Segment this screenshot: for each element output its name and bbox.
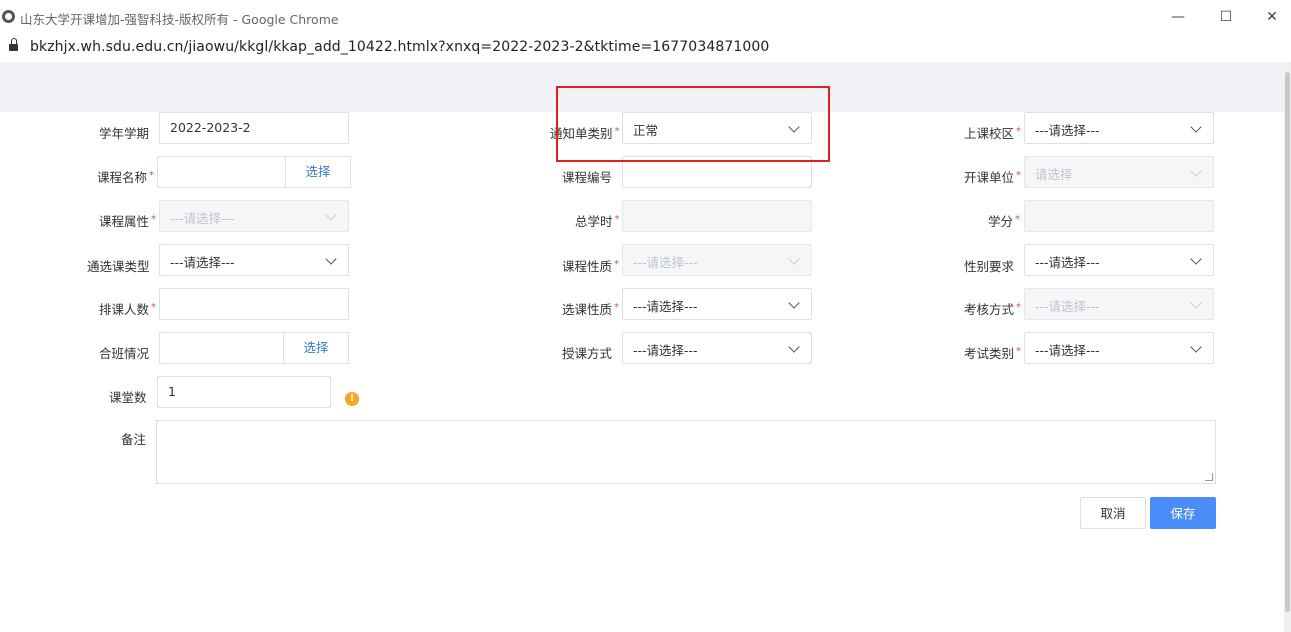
label-total-hours: 总学时 *: [575, 214, 620, 229]
course-name-input[interactable]: [157, 156, 287, 188]
minimize-button[interactable]: —: [1155, 0, 1201, 34]
address-bar[interactable]: bkzhjx.wh.sdu.edu.cn/jiaowu/kkgl/kkap_ad…: [0, 34, 1291, 62]
exam-type-select[interactable]: ---请选择---: [1024, 332, 1214, 364]
chevron-down-icon: [1190, 121, 1202, 133]
chevron-down-icon: [1190, 253, 1202, 265]
credit-input[interactable]: [1024, 200, 1214, 232]
page-scrollbar[interactable]: [1284, 62, 1291, 632]
label-campus: 上课校区 *: [964, 126, 1022, 141]
chevron-down-icon: [788, 297, 800, 309]
close-window-button[interactable]: ✕: [1249, 0, 1291, 34]
campus-select[interactable]: ---请选择---: [1024, 112, 1214, 144]
label-exam-type: 考试类别 *: [964, 346, 1022, 361]
label-course-name: 课程名称 *: [97, 170, 155, 185]
chevron-down-icon: [788, 341, 800, 353]
site-favicon-icon: [2, 10, 15, 23]
class-count-input[interactable]: 1: [157, 376, 331, 408]
cancel-button[interactable]: 取消: [1080, 497, 1146, 529]
teaching-mode-select[interactable]: ---请选择---: [622, 332, 812, 364]
warning-icon[interactable]: !: [345, 392, 359, 406]
label-credit: 学分 *: [988, 214, 1021, 229]
chevron-down-icon: [788, 253, 800, 265]
gender-req-select[interactable]: ---请选择---: [1024, 244, 1214, 276]
course-name-select-button[interactable]: 选择: [285, 156, 351, 188]
merged-class-input[interactable]: [159, 332, 285, 364]
assessment-select[interactable]: ---请选择---: [1024, 288, 1214, 320]
label-remarks: 备注: [121, 432, 147, 447]
chevron-down-icon: [1190, 341, 1202, 353]
browser-titlebar: 山东大学开课增加-强智科技-版权所有 - Google Chrome — ☐ ✕: [0, 0, 1291, 34]
semester-input[interactable]: 2022-2023-2: [159, 112, 349, 144]
url-text[interactable]: bkzhjx.wh.sdu.edu.cn/jiaowu/kkgl/kkap_ad…: [30, 39, 769, 55]
label-course-code: 课程编号: [562, 170, 613, 185]
course-nature-select[interactable]: ---请选择---: [622, 244, 812, 276]
chevron-down-icon: [325, 253, 337, 265]
resize-grip-icon[interactable]: [1205, 473, 1213, 481]
chevron-down-icon: [325, 209, 337, 221]
label-gender-req: 性别要求: [964, 259, 1015, 274]
highlight-annotation-box: [556, 86, 830, 162]
label-dept: 开课单位 *: [964, 170, 1022, 185]
selection-nature-select[interactable]: ---请选择---: [622, 288, 812, 320]
maximize-button[interactable]: ☐: [1203, 0, 1249, 34]
label-teaching-mode: 授课方式: [562, 346, 613, 361]
label-elective-type: 通选课类型: [87, 259, 150, 274]
class-size-input[interactable]: [159, 288, 349, 320]
label-course-attr: 课程属性 *: [99, 214, 157, 229]
merged-class-select-button[interactable]: 选择: [283, 332, 349, 364]
dept-select[interactable]: 请选择: [1024, 156, 1214, 188]
label-class-count: 课堂数: [109, 390, 147, 405]
label-merged-class: 合班情况: [99, 346, 150, 361]
remarks-textarea[interactable]: [156, 420, 1216, 484]
label-semester: 学年学期: [99, 126, 150, 141]
scrollbar-thumb[interactable]: [1285, 72, 1290, 612]
total-hours-input[interactable]: [622, 200, 812, 232]
lock-icon: [9, 38, 18, 51]
elective-type-select[interactable]: ---请选择---: [159, 244, 349, 276]
label-course-nature: 课程性质 *: [562, 259, 620, 274]
chevron-down-icon: [1190, 165, 1202, 177]
label-class-size: 排课人数 *: [99, 302, 157, 317]
save-button[interactable]: 保存: [1150, 497, 1216, 529]
chevron-down-icon: [1190, 297, 1202, 309]
label-assessment: 考核方式 *: [964, 302, 1022, 317]
window-title: 山东大学开课增加-强智科技-版权所有 - Google Chrome: [20, 12, 339, 27]
course-attr-select[interactable]: ---请选择---: [159, 200, 349, 232]
label-selection-nature: 选课性质 *: [562, 302, 620, 317]
